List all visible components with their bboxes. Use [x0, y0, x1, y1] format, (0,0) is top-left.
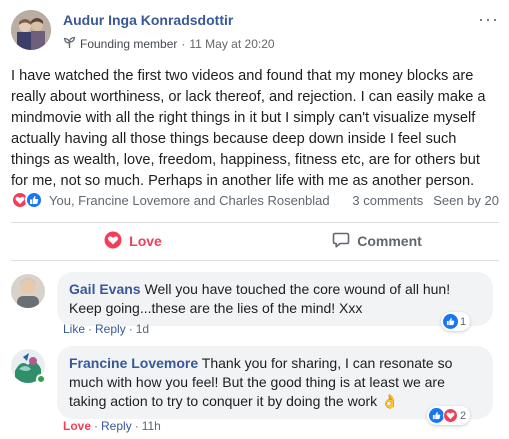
like-reaction-icon [443, 314, 458, 329]
divider-bottom [11, 260, 499, 261]
reactions-summary: You, Francine Lovemore and Charles Rosen… [11, 189, 499, 211]
like-reaction-icon [25, 191, 43, 209]
comment-bubble: Francine Lovemore Thank you for sharing,… [57, 346, 493, 419]
love-button-label: Love [129, 233, 162, 249]
comment-icon [332, 231, 350, 252]
meta-separator: · [181, 37, 186, 51]
founding-member-badge[interactable]: Founding member [80, 37, 177, 51]
comment-count[interactable]: 3 comments [352, 193, 423, 208]
comment-button-label: Comment [357, 233, 422, 249]
comment-actions: Like · Reply · 1d [63, 322, 150, 336]
ok-hand-emoji: 👌 [381, 393, 399, 409]
comment-reply-link[interactable]: Reply [101, 419, 132, 433]
author-avatar[interactable] [11, 10, 51, 50]
post-timestamp[interactable]: 11 May at 20:20 [189, 37, 274, 51]
comment-timestamp[interactable]: 11h [142, 419, 161, 433]
online-status-indicator [36, 374, 46, 384]
comment-reaction-badge[interactable]: 1 [441, 312, 471, 331]
founding-member-icon [63, 36, 76, 52]
comment-bubble: Gail Evans Well you have touched the cor… [57, 272, 493, 326]
post-header: Audur Inga Konradsdottir Founding member… [11, 8, 499, 54]
divider-top [11, 222, 499, 223]
comment-reaction-badge[interactable]: 2 [427, 406, 471, 425]
comment-button[interactable]: Comment [255, 226, 499, 256]
comment-timestamp[interactable]: 1d [136, 322, 149, 336]
comment-love-link[interactable]: Love [63, 419, 91, 433]
post-author-name[interactable]: Audur Inga Konradsdottir [63, 12, 233, 28]
commenter-name[interactable]: Gail Evans [69, 281, 141, 297]
comment-item: Gail Evans Well you have touched the cor… [11, 272, 499, 338]
comment-reaction-count: 2 [460, 409, 467, 422]
comment-actions: Love · Reply · 11h [63, 419, 161, 433]
love-button[interactable]: Love [11, 226, 255, 256]
post-stats: 3 comments Seen by 20 [352, 193, 499, 208]
commenter-avatar[interactable] [11, 274, 45, 308]
comment-item: Francine Lovemore Thank you for sharing,… [11, 346, 499, 436]
post-meta: Founding member · 11 May at 20:20 [63, 36, 275, 52]
reaction-names[interactable]: You, Francine Lovemore and Charles Rosen… [49, 193, 330, 208]
seen-by-count[interactable]: Seen by 20 [433, 193, 499, 208]
action-bar: Love Comment [11, 226, 499, 256]
comment-like-link[interactable]: Like [63, 322, 85, 336]
commenter-name[interactable]: Francine Lovemore [69, 355, 198, 371]
heart-icon [104, 231, 122, 252]
comment-reaction-count: 1 [460, 315, 467, 328]
more-options-button[interactable]: ··· [478, 10, 499, 28]
post-text: I have watched the first two videos and … [11, 68, 486, 189]
like-reaction-icon [429, 408, 444, 423]
reaction-icons[interactable] [11, 191, 43, 209]
comment-reply-link[interactable]: Reply [95, 322, 126, 336]
love-reaction-icon [443, 408, 458, 423]
